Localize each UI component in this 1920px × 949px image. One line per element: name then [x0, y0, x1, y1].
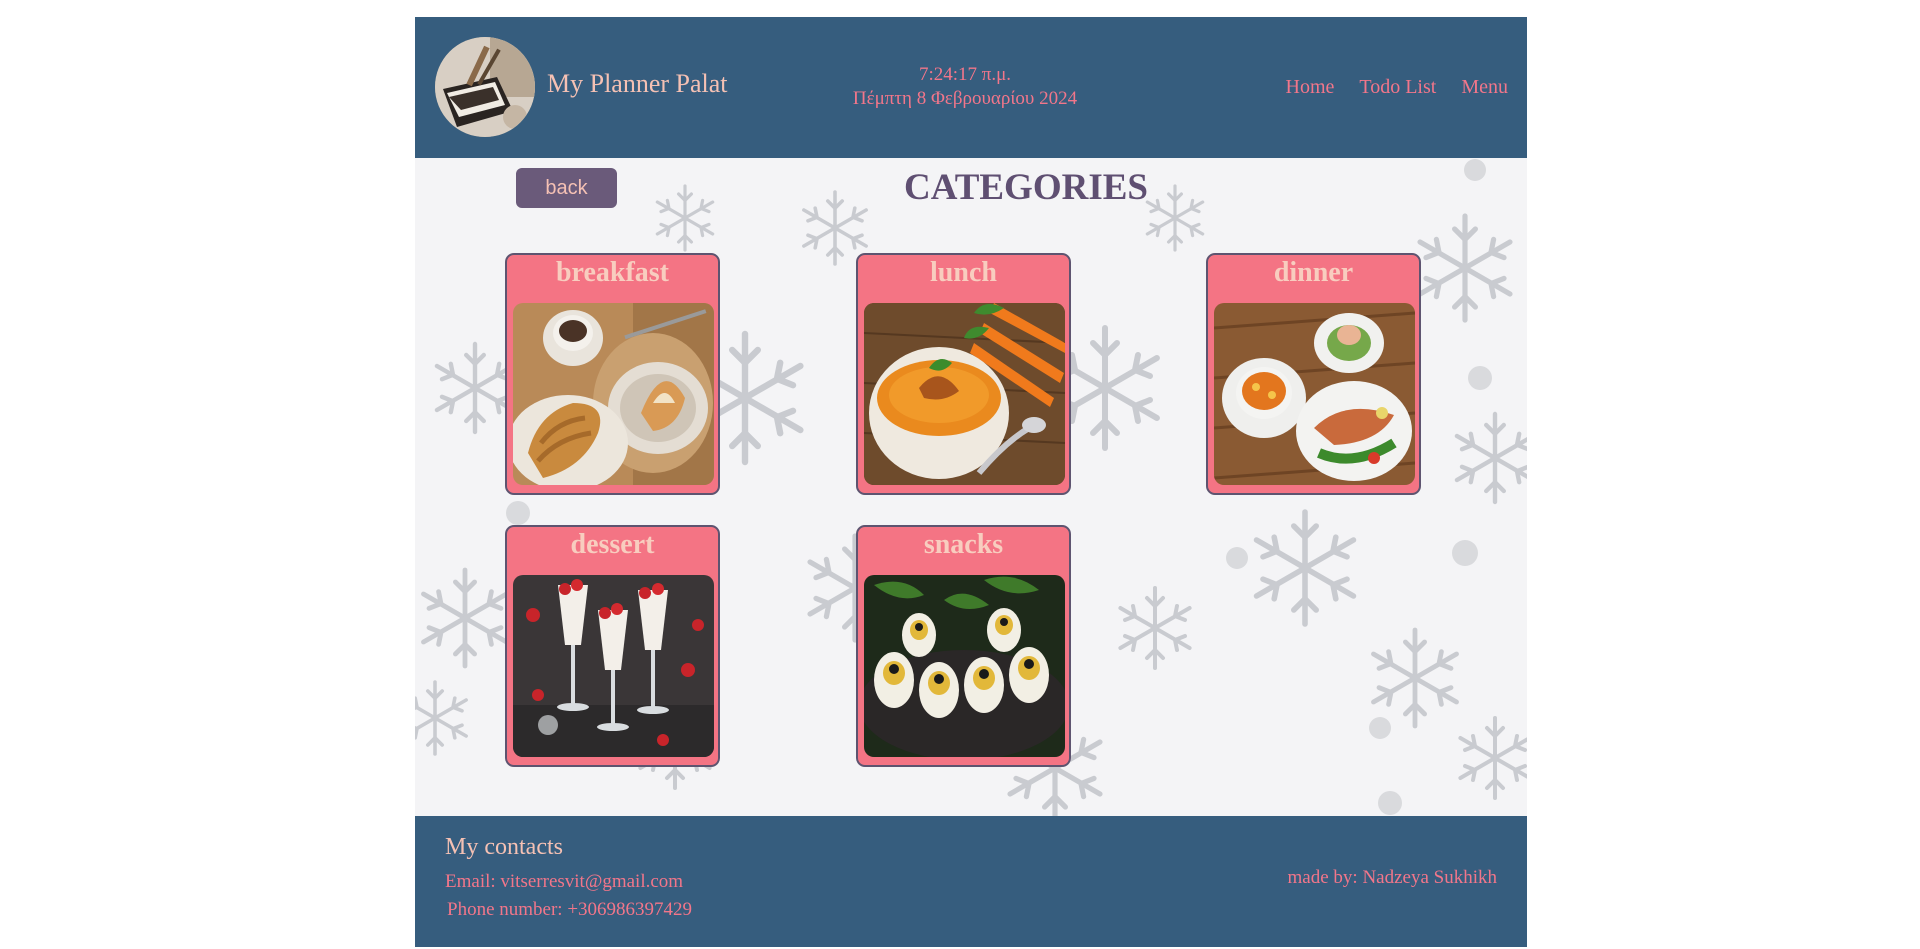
- footer: My contacts Email: vitserresvit@gmail.co…: [415, 816, 1527, 947]
- clock: 7:24:17 π.μ. Πέμπτη 8 Φεβρουαρίου 2024: [835, 63, 1095, 111]
- nav-todo-list-link[interactable]: Todo List: [1359, 76, 1436, 99]
- header: My Planner Palat 7:24:17 π.μ. Πέμπτη 8 Φ…: [415, 17, 1527, 158]
- categories-section: back CATEGORIES breakfast lunch dinner d…: [415, 158, 1527, 816]
- category-title: dinner: [1273, 257, 1354, 288]
- category-card-snacks[interactable]: snacks: [856, 525, 1071, 767]
- contact-phone: Phone number: +306986397429: [447, 899, 693, 920]
- current-date: Πέμπτη 8 Φεβρουαρίου 2024: [852, 88, 1078, 109]
- main-nav: Home Todo List Menu: [1286, 76, 1509, 99]
- category-title: lunch: [930, 257, 997, 288]
- page-heading: CATEGORIES: [904, 167, 1148, 208]
- dinner-image: [1214, 303, 1415, 485]
- breakfast-image: [513, 303, 714, 485]
- snacks-image: [864, 575, 1065, 757]
- current-time: 7:24:17 π.μ.: [918, 64, 1012, 85]
- nav-menu-link[interactable]: Menu: [1461, 76, 1508, 99]
- category-card-dinner[interactable]: dinner: [1206, 253, 1421, 495]
- contacts-title: My contacts: [445, 834, 563, 860]
- category-title: dessert: [570, 529, 655, 560]
- nav-home-link[interactable]: Home: [1286, 76, 1335, 99]
- category-card-lunch[interactable]: lunch: [856, 253, 1071, 495]
- category-title: breakfast: [555, 257, 670, 288]
- contact-email: Email: vitserresvit@gmail.com: [445, 871, 684, 892]
- page: My Planner Palat 7:24:17 π.μ. Πέμπτη 8 Φ…: [415, 17, 1527, 947]
- site-title: My Planner Palat: [547, 69, 728, 98]
- category-card-dessert[interactable]: dessert: [505, 525, 720, 767]
- category-card-breakfast[interactable]: breakfast: [505, 253, 720, 495]
- planner-logo-image: [435, 37, 535, 137]
- lunch-image: [864, 303, 1065, 485]
- dessert-image: [513, 575, 714, 757]
- category-title: snacks: [923, 529, 1004, 560]
- made-by-credit: made by: Nadzeya Sukhikh: [1287, 867, 1497, 888]
